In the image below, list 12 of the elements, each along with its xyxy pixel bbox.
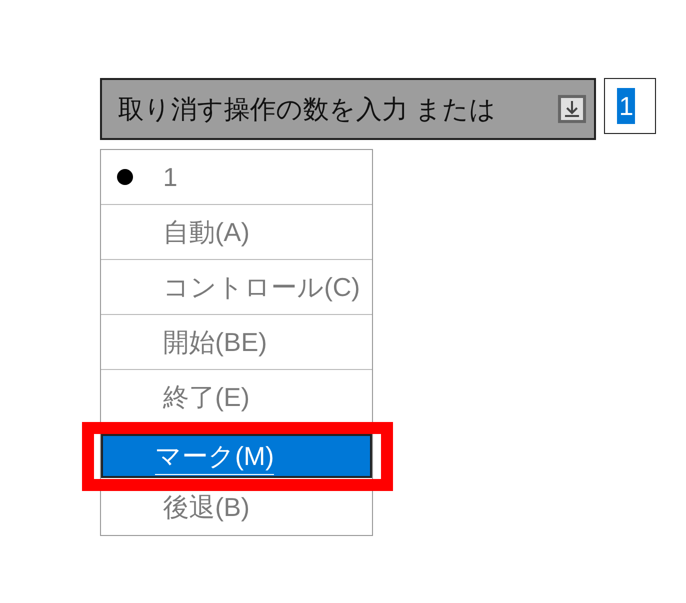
number-field[interactable]: 1 [604,78,656,134]
list-item[interactable]: 1 [101,150,372,204]
combo-label: 取り消す操作の数を入力 または [118,92,496,126]
list-item[interactable]: 開始(BE) [101,315,372,369]
combo-box[interactable]: 取り消す操作の数を入力 または [100,78,596,140]
list-item[interactable]: 後退(B) [101,480,372,535]
download-icon[interactable] [558,95,586,123]
list-item[interactable]: マーク(M) [101,434,372,478]
list-item[interactable]: コントロール(C) [101,260,372,314]
list-item[interactable]: 終了(E) [101,370,372,424]
field-value: 1 [617,88,636,124]
list-item[interactable]: 自動(A) [101,205,372,259]
